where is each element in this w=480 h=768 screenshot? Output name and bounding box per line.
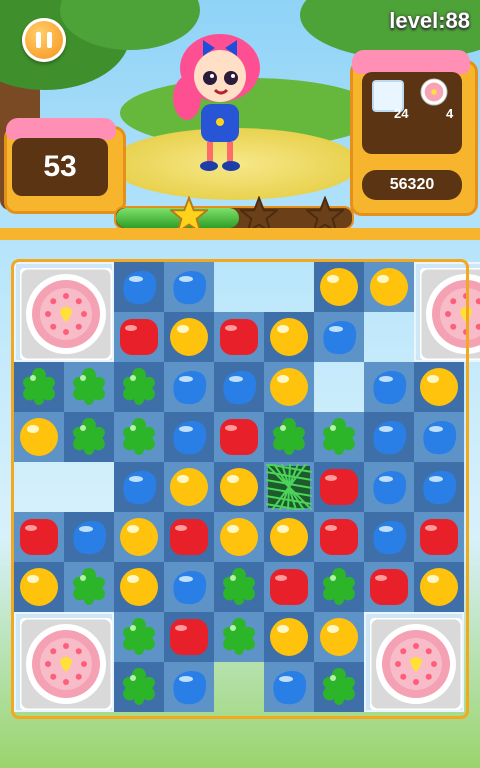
green-candy[interactable] xyxy=(114,662,164,712)
blue-candy[interactable] xyxy=(164,562,214,612)
blue-candy[interactable] xyxy=(164,662,214,712)
blue-candy[interactable] xyxy=(164,362,214,412)
yellow-candy[interactable] xyxy=(14,412,64,462)
green-candy[interactable] xyxy=(314,412,364,462)
blue-candy[interactable] xyxy=(114,462,164,512)
blue-candy[interactable] xyxy=(164,262,214,312)
level-indicator: level:88 xyxy=(389,8,470,33)
green-candy[interactable] xyxy=(114,612,164,662)
blue-candy[interactable] xyxy=(164,412,214,462)
green-candy[interactable] xyxy=(64,362,114,412)
red-candy[interactable] xyxy=(114,312,164,362)
red-candy[interactable] xyxy=(314,512,364,562)
yellow-candy[interactable] xyxy=(264,512,314,562)
red-candy[interactable] xyxy=(314,462,364,512)
red-candy[interactable] xyxy=(14,512,64,562)
moves-panel-frosting xyxy=(6,118,116,140)
yellow-candy[interactable] xyxy=(314,262,364,312)
yellow-candy[interactable] xyxy=(414,562,464,612)
green-candy[interactable] xyxy=(214,562,264,612)
yellow-candy[interactable] xyxy=(414,362,464,412)
score-display: 56320 xyxy=(362,170,462,200)
yellow-candy[interactable] xyxy=(164,312,214,362)
green-candy[interactable] xyxy=(314,562,364,612)
blue-candy[interactable] xyxy=(214,362,264,412)
red-candy[interactable] xyxy=(414,512,464,562)
blue-candy[interactable] xyxy=(64,512,114,562)
blue-candy[interactable] xyxy=(414,462,464,512)
blue-candy[interactable] xyxy=(364,362,414,412)
yellow-candy[interactable] xyxy=(264,612,314,662)
yellow-candy[interactable] xyxy=(214,512,264,562)
yellow-candy[interactable] xyxy=(14,562,64,612)
game-board[interactable] xyxy=(11,259,480,719)
pause-button[interactable] xyxy=(22,18,66,62)
yellow-candy[interactable] xyxy=(114,562,164,612)
blue-candy[interactable] xyxy=(364,462,414,512)
red-candy[interactable] xyxy=(214,412,264,462)
cake-blocker xyxy=(414,262,480,362)
cake-blocker xyxy=(364,612,464,712)
green-candy[interactable] xyxy=(14,362,64,412)
blue-candy[interactable] xyxy=(114,262,164,312)
green-candy[interactable] xyxy=(264,412,314,462)
panel-ledge xyxy=(0,228,480,240)
blue-candy[interactable] xyxy=(364,412,414,462)
yellow-candy[interactable] xyxy=(264,362,314,412)
ice-goal-count: 24 xyxy=(394,106,409,121)
cake-goal-count: 4 xyxy=(446,106,454,121)
green-candy[interactable] xyxy=(314,662,364,712)
yellow-candy[interactable] xyxy=(264,312,314,362)
yellow-candy[interactable] xyxy=(164,462,214,512)
moves-counter: 53 xyxy=(12,138,108,196)
green-candy[interactable] xyxy=(64,562,114,612)
blue-candy[interactable] xyxy=(264,662,314,712)
cake-goal-icon xyxy=(420,78,448,106)
green-candy[interactable] xyxy=(114,362,164,412)
net-blocker-cell[interactable] xyxy=(264,462,314,512)
yellow-candy[interactable] xyxy=(114,512,164,562)
goal-panel-frosting xyxy=(352,50,470,74)
red-candy[interactable] xyxy=(164,612,214,662)
red-candy[interactable] xyxy=(214,312,264,362)
yellow-candy[interactable] xyxy=(314,612,364,662)
green-candy[interactable] xyxy=(64,412,114,462)
yellow-candy[interactable] xyxy=(364,262,414,312)
yellow-candy[interactable] xyxy=(214,462,264,512)
girl-character xyxy=(173,34,260,171)
green-candy[interactable] xyxy=(114,412,164,462)
red-candy[interactable] xyxy=(164,512,214,562)
blue-candy[interactable] xyxy=(364,512,414,562)
red-candy[interactable] xyxy=(264,562,314,612)
blue-candy[interactable] xyxy=(314,312,364,362)
cake-blocker xyxy=(14,612,114,712)
blue-candy[interactable] xyxy=(414,412,464,462)
green-candy[interactable] xyxy=(214,612,264,662)
cake-blocker xyxy=(14,262,114,362)
game-scene: level:88 53 24 4 56320 xyxy=(0,0,480,768)
red-candy[interactable] xyxy=(364,562,414,612)
